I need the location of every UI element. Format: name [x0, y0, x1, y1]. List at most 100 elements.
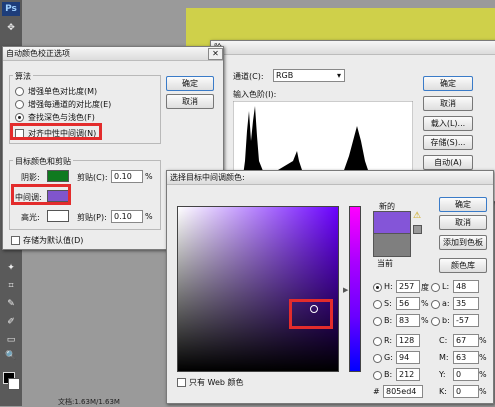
saturation-input[interactable]: 56 — [396, 297, 420, 310]
channel-label: 通道(C): — [233, 72, 264, 81]
hue-label: H: — [384, 282, 393, 291]
clip-c-label: 剪贴(C): — [77, 173, 108, 182]
black-input[interactable]: 0 — [453, 385, 479, 398]
color-picker-titlebar: 选择目标中间调颜色: — [167, 171, 493, 185]
hex-input[interactable]: 805ed4 — [383, 385, 423, 398]
option-dark-light-radio[interactable] — [15, 113, 24, 122]
lab-a-radio[interactable] — [431, 300, 440, 309]
auto-color-cancel-button[interactable]: 取消 — [166, 94, 214, 109]
photoshop-logo: Ps — [2, 2, 20, 16]
brightness-input[interactable]: 83 — [396, 314, 420, 327]
option-mono-contrast-radio[interactable] — [15, 87, 24, 96]
current-color-label: 当前 — [377, 259, 393, 268]
cyan-input[interactable]: 67 — [453, 334, 479, 347]
hue-slider-arrow-icon[interactable]: ▶ — [343, 286, 348, 294]
color-picker-dialog: 选择目标中间调颜色: ▶ 只有 Web 颜色 新的 当前 ⚠ 确定 取消 添加到… — [166, 170, 494, 404]
clip-p-unit: % — [145, 212, 153, 221]
green-radio[interactable] — [373, 354, 382, 363]
blue-label: B: — [384, 370, 393, 379]
save-default-label: 存储为默认值(D) — [23, 236, 84, 245]
move-tool-icon[interactable]: ✥ — [4, 22, 18, 34]
hue-input[interactable]: 257 — [396, 280, 420, 293]
saturation-radio[interactable] — [373, 300, 382, 309]
red-radio[interactable] — [373, 337, 382, 346]
gamut-warning-icon[interactable]: ⚠ — [413, 211, 421, 221]
green-input[interactable]: 94 — [396, 351, 420, 364]
lab-a-input[interactable]: 35 — [453, 297, 479, 310]
levels-titlebar: 阶 — [211, 41, 495, 55]
crop-tool-icon[interactable]: ⌗ — [4, 280, 18, 292]
brush-tool-icon[interactable]: ✐ — [4, 316, 18, 328]
magenta-input[interactable]: 63 — [453, 351, 479, 364]
highlight-color-swatch[interactable] — [47, 210, 69, 222]
brightness-unit: % — [421, 316, 429, 325]
auto-color-titlebar: 自动颜色校正选项 — [3, 47, 223, 61]
clip-p-label: 剪贴(P): — [77, 213, 107, 222]
hue-slider[interactable] — [349, 206, 361, 372]
lab-a-label: a: — [442, 299, 450, 308]
hue-unit: 度 — [421, 283, 429, 292]
web-safe-warning-icon[interactable] — [413, 225, 422, 234]
chevron-down-icon: ▾ — [336, 71, 341, 80]
clip-c-input[interactable]: 0.10 — [111, 170, 143, 183]
magenta-label: M: — [439, 353, 449, 362]
shadow-color-swatch[interactable] — [47, 170, 69, 182]
target-colors-group-label: 目标颜色和剪贴 — [13, 156, 73, 167]
brightness-radio[interactable] — [373, 317, 382, 326]
eraser-tool-icon[interactable]: ▭ — [4, 334, 18, 346]
highlight-label: 高光: — [21, 213, 40, 222]
blue-radio[interactable] — [373, 371, 382, 380]
clip-p-input[interactable]: 0.10 — [111, 210, 143, 223]
red-input[interactable]: 128 — [396, 334, 420, 347]
input-levels-label: 输入色阶(I): — [233, 90, 277, 99]
eyedropper-tool-icon[interactable]: ✎ — [4, 298, 18, 310]
zoom-tool-icon[interactable]: 🔍 — [4, 350, 18, 362]
picker-ok-button[interactable]: 确定 — [439, 197, 487, 212]
brightness-label: B: — [384, 316, 393, 325]
saturation-label: S: — [384, 299, 392, 308]
yellow-input[interactable]: 0 — [453, 368, 479, 381]
lab-l-label: L: — [442, 282, 450, 291]
only-web-colors-label: 只有 Web 颜色 — [189, 378, 244, 387]
yellow-label: Y: — [439, 370, 446, 379]
hue-radio[interactable] — [373, 283, 382, 292]
levels-auto-button[interactable]: 自动(A) — [423, 155, 473, 170]
clip-c-unit: % — [145, 172, 153, 181]
lab-b-label: b: — [442, 316, 450, 325]
magenta-unit: % — [479, 353, 487, 362]
shadow-label: 阴影: — [21, 173, 40, 182]
levels-load-button[interactable]: 载入(L)... — [423, 116, 473, 131]
save-default-checkbox[interactable] — [11, 236, 20, 245]
color-libraries-button[interactable]: 颜色库 — [439, 258, 487, 273]
option-dark-light-label: 查找深色与浅色(F) — [28, 113, 95, 122]
blue-input[interactable]: 212 — [396, 368, 420, 381]
levels-ok-button[interactable]: 确定 — [423, 76, 473, 91]
current-color-swatch[interactable] — [373, 233, 411, 257]
background-color-swatch[interactable] — [8, 378, 20, 390]
cyan-label: C: — [439, 336, 448, 345]
hex-label: # — [373, 387, 380, 396]
lab-b-input[interactable]: -57 — [453, 314, 479, 327]
lab-l-input[interactable]: 48 — [453, 280, 479, 293]
add-to-swatches-button[interactable]: 添加到色板 — [439, 235, 487, 250]
highlight-box-midtone — [11, 184, 71, 205]
channel-select[interactable]: RGB ▾ — [273, 69, 345, 82]
option-per-channel-label: 增强每通道的对比度(E) — [28, 100, 112, 109]
option-per-channel-radio[interactable] — [15, 100, 24, 109]
saturation-unit: % — [421, 299, 429, 308]
option-mono-contrast-label: 增强单色对比度(M) — [28, 87, 98, 96]
only-web-colors-checkbox[interactable] — [177, 378, 186, 387]
green-label: G: — [384, 353, 393, 362]
lab-b-radio[interactable] — [431, 317, 440, 326]
highlight-box-color-cursor — [289, 299, 333, 329]
levels-cancel-button[interactable]: 取消 — [423, 96, 473, 111]
magic-wand-icon[interactable]: ✦ — [4, 262, 18, 274]
color-field[interactable] — [177, 206, 339, 372]
yellow-unit: % — [479, 370, 487, 379]
close-icon[interactable]: ✕ — [208, 48, 223, 60]
picker-cancel-button[interactable]: 取消 — [439, 215, 487, 230]
auto-color-ok-button[interactable]: 确定 — [166, 76, 214, 91]
lab-l-radio[interactable] — [431, 283, 440, 292]
levels-save-button[interactable]: 存储(S)... — [423, 135, 473, 150]
black-unit: % — [479, 387, 487, 396]
